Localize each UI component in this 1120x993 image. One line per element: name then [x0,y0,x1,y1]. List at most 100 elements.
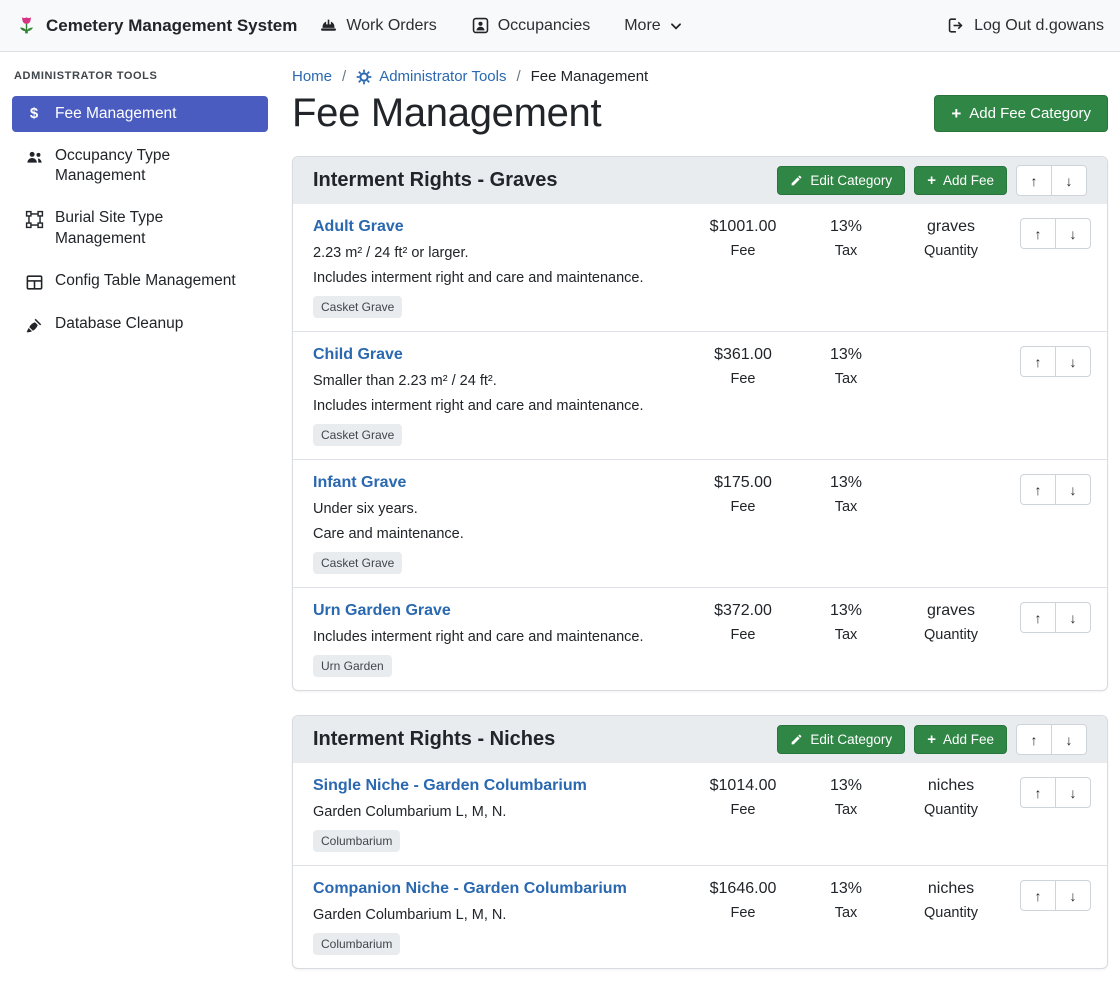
fee-name-link[interactable]: Single Niche - Garden Columbarium [313,777,587,795]
plus-icon: + [951,105,961,122]
category-list: Interment Rights - Graves Edit Category … [292,156,1108,969]
fee-quantity-label: Quantity [897,905,1005,921]
move-fee-up-button[interactable]: ↑ [1020,777,1056,808]
category-header: Interment Rights - Graves Edit Category … [293,157,1107,204]
fee-list: Adult Grave 2.23 m² / 24 ft² or larger.I… [293,204,1107,690]
arrow-up-icon: ↑ [1035,785,1042,801]
hard-hat-icon [319,16,338,35]
main-content: Home / Administrator Tools [280,52,1120,993]
plus-icon: + [927,173,936,188]
fee-name-link[interactable]: Adult Grave [313,218,404,236]
add-fee-button[interactable]: + Add Fee [914,166,1007,195]
breadcrumb: Home / Administrator Tools [292,68,1108,85]
fee-amount: $175.00 [691,474,795,492]
sidebar-item-burial-site-type-management[interactable]: Burial Site Type Management [12,200,268,256]
fee-amount-column: $1014.00 Fee [691,776,795,818]
fee-name-link[interactable]: Child Grave [313,346,403,364]
fee-quantity-column: niches Quantity [897,879,1005,921]
sidebar-item-database-cleanup[interactable]: Database Cleanup [12,306,268,343]
fee-amount-label: Fee [691,905,795,921]
plus-icon: + [927,732,936,747]
breadcrumb-admin-tools-link[interactable]: Administrator Tools [356,68,506,85]
move-fee-down-button[interactable]: ↓ [1055,880,1091,911]
fee-amount-label: Fee [691,627,795,643]
app-title: Cemetery Management System [46,16,297,36]
fee-amount-column: $175.00 Fee [691,473,795,515]
fee-description: Includes interment right and care and ma… [313,628,681,646]
arrow-down-icon: ↓ [1070,888,1077,904]
app-brand[interactable]: Cemetery Management System [16,15,297,36]
nav-more[interactable]: More [624,17,682,35]
add-fee-category-button[interactable]: + Add Fee Category [934,95,1108,132]
move-fee-down-button[interactable]: ↓ [1055,346,1091,377]
edit-category-button[interactable]: Edit Category [777,725,905,754]
fee-tax-label: Tax [795,905,897,921]
fee-tax: 13% [795,218,897,236]
move-fee-up-button[interactable]: ↑ [1020,346,1056,377]
breadcrumb-admin-tools-label: Administrator Tools [379,68,506,85]
move-fee-down-button[interactable]: ↓ [1055,602,1091,633]
fee-reorder-group: ↑ ↓ [1020,346,1091,377]
edit-category-button[interactable]: Edit Category [777,166,905,195]
occupancy-person-icon [471,16,490,35]
move-fee-down-button[interactable]: ↓ [1055,474,1091,505]
sidebar-item-label: Database Cleanup [55,314,183,334]
move-category-down-button[interactable]: ↓ [1051,724,1087,755]
fee-tax: 13% [795,777,897,795]
breadcrumb-home-link[interactable]: Home [292,68,332,85]
fee-quantity-column: niches Quantity [897,776,1005,818]
breadcrumb-separator: / [342,68,346,85]
add-fee-button[interactable]: + Add Fee [914,725,1007,754]
fee-list: Single Niche - Garden Columbarium Garden… [293,763,1107,968]
fee-tax-column: 13% Tax [795,601,897,643]
users-icon [24,146,44,167]
fee-amount-label: Fee [691,499,795,515]
nav-occupancies[interactable]: Occupancies [471,16,591,35]
logout-button[interactable]: Log Out d.gowans [946,16,1104,35]
arrow-up-icon: ↑ [1035,888,1042,904]
arrow-down-icon: ↓ [1070,226,1077,242]
move-fee-down-button[interactable]: ↓ [1055,218,1091,249]
arrow-up-icon: ↑ [1031,732,1038,748]
fee-tax-column: 13% Tax [795,776,897,818]
logout-label: Log Out d.gowans [974,17,1104,35]
nav-work-orders-label: Work Orders [346,17,436,35]
sidebar-item-occupancy-type-management[interactable]: Occupancy Type Management [12,138,268,194]
fee-tax-column: 13% Tax [795,217,897,259]
fee-description: Smaller than 2.23 m² / 24 ft². [313,372,681,390]
fee-tax-column: 13% Tax [795,879,897,921]
fee-name-link[interactable]: Companion Niche - Garden Columbarium [313,880,627,898]
fee-tax-column: 13% Tax [795,345,897,387]
fee-description: Includes interment right and care and ma… [313,269,681,287]
nav-work-orders[interactable]: Work Orders [319,16,436,35]
fee-quantity-column: graves Quantity [897,601,1005,643]
fee-descriptions: Includes interment right and care and ma… [313,628,681,646]
sidebar-item-label: Config Table Management [55,271,236,291]
move-category-up-button[interactable]: ↑ [1016,724,1052,755]
sidebar-item-fee-management[interactable]: $ Fee Management [12,96,268,132]
fee-row: Infant Grave Under six years.Care and ma… [293,460,1107,588]
move-category-up-button[interactable]: ↑ [1016,165,1052,196]
move-category-down-button[interactable]: ↓ [1051,165,1087,196]
fee-reorder-group: ↑ ↓ [1020,602,1091,633]
category-header: Interment Rights - Niches Edit Category … [293,716,1107,763]
move-fee-down-button[interactable]: ↓ [1055,777,1091,808]
move-fee-up-button[interactable]: ↑ [1020,880,1056,911]
sidebar-item-config-table-management[interactable]: Config Table Management [12,263,268,300]
fee-descriptions: Smaller than 2.23 m² / 24 ft².Includes i… [313,372,681,415]
fee-name-link[interactable]: Infant Grave [313,474,406,492]
arrow-up-icon: ↑ [1031,173,1038,189]
fee-descriptions: 2.23 m² / 24 ft² or larger.Includes inte… [313,244,681,287]
fee-amount-column: $372.00 Fee [691,601,795,643]
fee-tax-label: Tax [795,627,897,643]
move-fee-up-button[interactable]: ↑ [1020,602,1056,633]
move-fee-up-button[interactable]: ↑ [1020,218,1056,249]
fee-description: Care and maintenance. [313,525,681,543]
main-nav: Work Orders Occupancies More [319,16,682,35]
fee-category-card: Interment Rights - Graves Edit Category … [292,156,1108,691]
fee-name-link[interactable]: Urn Garden Grave [313,602,451,620]
sidebar-heading: ADMINISTRATOR TOOLS [14,70,266,82]
move-fee-up-button[interactable]: ↑ [1020,474,1056,505]
fee-quantity-unit: niches [897,880,1005,898]
sidebar-item-label: Fee Management [55,104,177,124]
